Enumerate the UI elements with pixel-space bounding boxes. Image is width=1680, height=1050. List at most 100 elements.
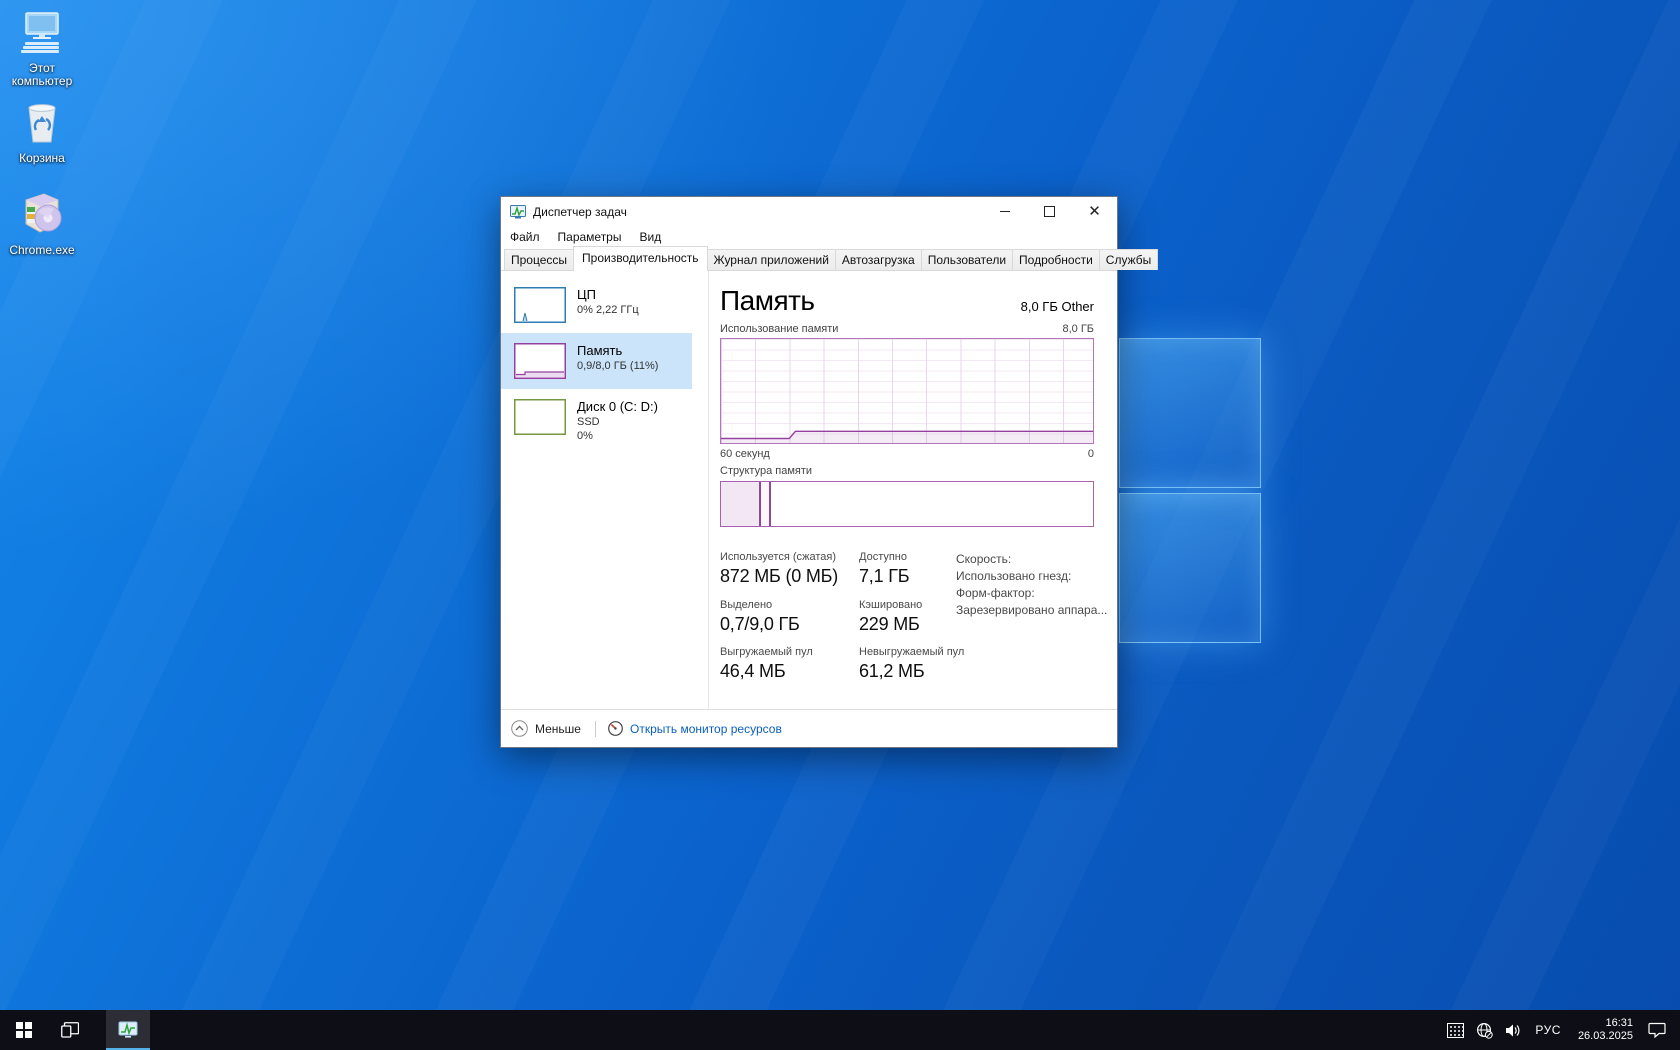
- sidebar-cpu-name: ЦП: [577, 287, 639, 303]
- tab-processes[interactable]: Процессы: [504, 249, 574, 270]
- minimize-icon: [1000, 211, 1010, 212]
- tab-app-history[interactable]: Журнал приложений: [707, 249, 836, 270]
- task-manager-taskbar-icon: [118, 1021, 138, 1039]
- composition-modified-segment: [761, 482, 771, 526]
- resource-monitor-icon: [608, 721, 623, 736]
- menu-view[interactable]: Вид: [639, 228, 670, 247]
- detail-value: 229 МБ: [859, 614, 922, 635]
- speaker-icon: [1505, 1023, 1522, 1038]
- detail-label: Используется (сжатая): [720, 551, 838, 563]
- sidebar-memory-name: Память: [577, 343, 658, 359]
- total-memory-label: 8,0 ГБ Other: [1021, 299, 1094, 314]
- minimize-button[interactable]: [982, 197, 1027, 226]
- desktop-icon-this-pc[interactable]: Этот компьютер: [0, 12, 84, 88]
- chevron-up-circle-icon: [511, 720, 528, 737]
- volume-button[interactable]: [1502, 1010, 1524, 1050]
- axis-right-label: 0: [1088, 448, 1094, 460]
- sidebar-item-memory[interactable]: Память 0,9/8,0 ГБ (11%): [501, 333, 692, 389]
- tab-users[interactable]: Пользователи: [921, 249, 1013, 270]
- composition-in-use-segment: [721, 482, 761, 526]
- detail-label: Выделено: [720, 599, 800, 611]
- composition-label: Структура памяти: [720, 465, 812, 477]
- usage-chart-max: 8,0 ГБ: [1062, 323, 1094, 335]
- taskbar-spacer: [92, 1010, 106, 1050]
- touch-keyboard-button[interactable]: [1444, 1010, 1466, 1050]
- hardware-info-column: Скорость: Использовано гнезд: Форм-факто…: [956, 551, 1107, 619]
- menu-bar: Файл Параметры Вид: [501, 227, 1117, 247]
- maximize-button[interactable]: [1027, 197, 1072, 226]
- desktop-icon-chrome-installer[interactable]: Chrome.exe: [0, 190, 84, 257]
- tab-startup[interactable]: Автозагрузка: [835, 249, 922, 270]
- detail-available: Доступно 7,1 ГБ: [859, 551, 909, 587]
- desktop-icon-label: Chrome.exe: [0, 244, 84, 257]
- sidebar-memory-stats: 0,9/8,0 ГБ (11%): [577, 359, 658, 373]
- taskbar-task-manager-button[interactable]: [106, 1010, 150, 1050]
- desktop-icon-label: Этот компьютер: [0, 62, 84, 88]
- title-bar[interactable]: Диспетчер задач ✕: [501, 197, 1117, 227]
- taskbar: РУС 16:31 26.03.2025: [0, 1010, 1680, 1050]
- computer-icon: [19, 12, 65, 54]
- detail-committed: Выделено 0,7/9,0 ГБ: [720, 599, 800, 635]
- detail-label: Кэшировано: [859, 599, 922, 611]
- touch-keyboard-icon: [1447, 1023, 1464, 1038]
- memory-details: Используется (сжатая) 872 МБ (0 МБ) Выде…: [720, 551, 1094, 701]
- task-manager-app-icon: [510, 205, 526, 219]
- detail-cached: Кэшировано 229 МБ: [859, 599, 922, 635]
- window-footer: Меньше Открыть монитор ресурсов: [501, 709, 1117, 747]
- action-center-button[interactable]: [1646, 1010, 1668, 1050]
- detail-nonpaged-pool: Невыгружаемый пул 61,2 МБ: [859, 646, 964, 682]
- fewer-details-label: Меньше: [535, 722, 581, 736]
- info-form-factor: Форм-фактор:: [956, 585, 1107, 602]
- menu-options[interactable]: Параметры: [558, 228, 631, 247]
- network-status-button[interactable]: [1473, 1010, 1495, 1050]
- memory-usage-chart[interactable]: [720, 338, 1094, 444]
- close-icon: ✕: [1088, 204, 1101, 219]
- task-view-icon: [61, 1022, 79, 1038]
- desktop-icon-recycle-bin[interactable]: Корзина: [0, 100, 84, 165]
- info-hardware-reserved: Зарезервировано аппара...: [956, 602, 1107, 619]
- sidebar-item-cpu[interactable]: ЦП 0% 2,22 ГГц: [501, 277, 692, 333]
- tab-services[interactable]: Службы: [1099, 249, 1158, 270]
- detail-value: 872 МБ (0 МБ): [720, 566, 838, 587]
- performance-sidebar: ЦП 0% 2,22 ГГц Память 0,9/8,0 ГБ (11%): [501, 277, 692, 459]
- memory-thumbnail-chart: [514, 343, 566, 379]
- recycle-bin-icon: [21, 100, 63, 144]
- language-indicator[interactable]: РУС: [1531, 1023, 1565, 1037]
- detail-in-use: Используется (сжатая) 872 МБ (0 МБ): [720, 551, 838, 587]
- start-button[interactable]: [0, 1010, 48, 1050]
- task-view-button[interactable]: [48, 1010, 92, 1050]
- sidebar-disk-type: SSD: [577, 415, 658, 429]
- fewer-details-button[interactable]: Меньше: [511, 720, 581, 737]
- usage-chart-axis: 60 секунд 0: [720, 448, 1094, 460]
- cpu-thumbnail-chart: [514, 287, 566, 323]
- windows-start-icon: [16, 1022, 32, 1038]
- sidebar-item-disk0[interactable]: Диск 0 (C: D:) SSD 0%: [501, 389, 692, 459]
- detail-label: Выгружаемый пул: [720, 646, 813, 658]
- info-speed: Скорость:: [956, 551, 1107, 568]
- globe-no-internet-icon: [1476, 1022, 1493, 1039]
- memory-composition-bar[interactable]: [720, 481, 1094, 527]
- caption-buttons: ✕: [982, 197, 1117, 227]
- detail-value: 61,2 МБ: [859, 661, 964, 682]
- tab-details[interactable]: Подробности: [1012, 249, 1100, 270]
- tab-performance[interactable]: Производительность: [573, 246, 707, 271]
- maximize-icon: [1044, 206, 1055, 217]
- system-tray: РУС 16:31 26.03.2025: [1444, 1010, 1680, 1050]
- footer-separator: [595, 721, 596, 737]
- panel-title: Память: [720, 285, 815, 317]
- menu-file[interactable]: Файл: [510, 228, 549, 247]
- detail-value: 7,1 ГБ: [859, 566, 909, 587]
- detail-value: 46,4 МБ: [720, 661, 813, 682]
- memory-usage-line-chart: [721, 339, 1093, 443]
- usage-chart-label: Использование памяти: [720, 323, 838, 335]
- info-slots-used: Использовано гнезд:: [956, 568, 1107, 585]
- open-resource-monitor-link[interactable]: Открыть монитор ресурсов: [608, 721, 782, 736]
- desktop: Этот компьютер Корзина Chrome.exe: [0, 0, 1680, 1050]
- detail-paged-pool: Выгружаемый пул 46,4 МБ: [720, 646, 813, 682]
- clock[interactable]: 16:31 26.03.2025: [1572, 1017, 1639, 1043]
- close-button[interactable]: ✕: [1072, 197, 1117, 226]
- window-title: Диспетчер задач: [533, 205, 627, 219]
- performance-content: ЦП 0% 2,22 ГГц Память 0,9/8,0 ГБ (11%): [501, 271, 1117, 709]
- action-center-icon: [1648, 1022, 1666, 1038]
- memory-panel: Память 8,0 ГБ Other Использование памяти…: [720, 271, 1094, 709]
